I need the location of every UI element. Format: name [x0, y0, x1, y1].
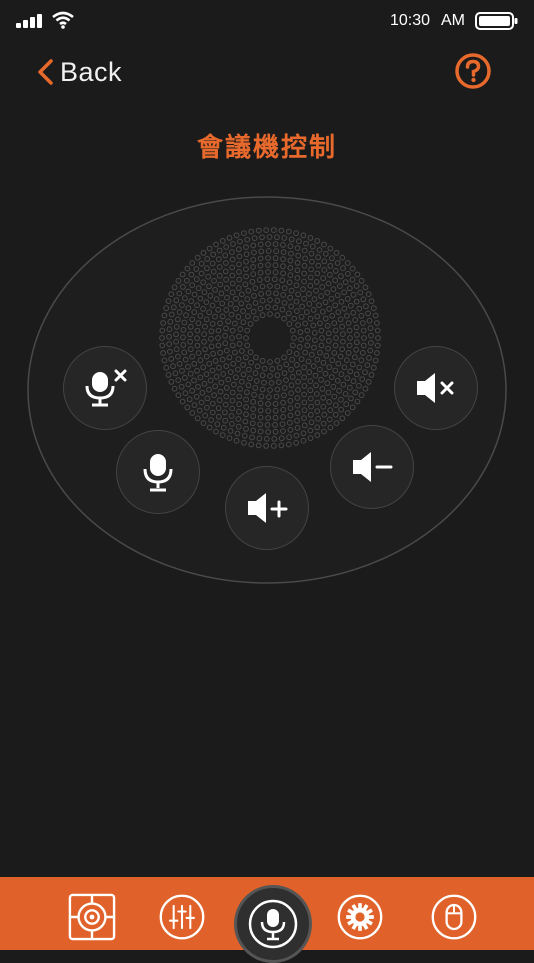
speaker-mute-icon [417, 373, 454, 403]
microphone-icon [248, 899, 298, 949]
mic-mute-icon [85, 369, 127, 407]
tab-equalizer[interactable] [158, 893, 206, 941]
mouse-icon [431, 894, 477, 940]
conference-device [27, 196, 507, 584]
volume-down-button[interactable] [330, 425, 414, 509]
volume-up-icon [248, 493, 288, 523]
mic-button[interactable] [116, 430, 200, 514]
speaker-mute-button[interactable] [394, 346, 478, 430]
mic-mute-button[interactable] [63, 346, 147, 430]
tab-settings[interactable] [336, 893, 384, 941]
tab-microphone[interactable] [234, 885, 312, 963]
volume-down-icon [353, 452, 393, 482]
volume-up-button[interactable] [225, 466, 309, 550]
gear-icon [337, 894, 383, 940]
mic-icon [143, 454, 173, 492]
tab-bar [0, 877, 534, 963]
tab-camera[interactable] [68, 893, 116, 941]
tab-mouse[interactable] [430, 893, 478, 941]
equalizer-icon [159, 894, 205, 940]
camera-target-icon [68, 893, 116, 941]
